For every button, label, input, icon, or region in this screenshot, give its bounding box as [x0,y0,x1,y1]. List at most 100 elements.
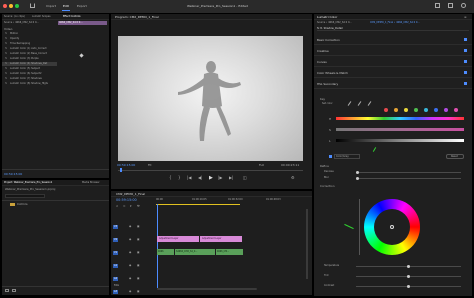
track-header[interactable]: A3 ◉ ▣ [111,288,156,295]
midtone-slider[interactable] [359,199,360,255]
tab-media-browser[interactable]: Media Browser [82,181,100,185]
color-swatch[interactable] [394,108,398,112]
lock-track-icon[interactable]: ▣ [137,238,139,242]
eyedropper-subtract-icon[interactable] [367,101,372,106]
correction-slider-knob[interactable] [407,265,410,268]
eyedropper-add-icon[interactable] [357,101,362,106]
color-swatch[interactable] [384,108,388,112]
lock-track-icon[interactable]: ▣ [137,277,139,281]
color-swatch[interactable] [404,108,408,112]
track-header[interactable]: V1 ◉ ▣ [111,249,156,257]
export-frame-icon[interactable]: ◫ [243,176,247,180]
mark-out-icon[interactable]: } [178,176,181,180]
eyedropper-icon[interactable] [347,101,352,106]
color-wheel[interactable] [364,199,420,255]
lock-track-icon[interactable]: ▣ [137,264,139,268]
timeline-timecode[interactable]: 00:59:15:00 [116,198,137,202]
step-forward-icon[interactable]: |▶ [218,176,222,180]
fit-dropdown[interactable]: Fit [148,163,152,167]
program-timecode[interactable]: 00:59:15:00 [117,163,135,167]
denoise-slider[interactable] [356,172,461,173]
color-gray-dropdown[interactable]: Color/Gray [334,154,360,159]
clip-video-3[interactable]: 4666_CM... [216,249,243,255]
work-area-bar[interactable] [156,204,240,205]
effect-controls-timecode[interactable]: 00:59:15:00 [4,172,22,176]
fx-badge-icon[interactable]: fx [5,42,7,46]
toggle-track-output-icon[interactable]: ◉ [129,251,131,255]
blur-slider-knob[interactable] [356,177,359,180]
fx-badge-icon[interactable]: fx [5,77,7,81]
effect-item[interactable]: fx Lumetri Color (3) Purple [2,57,57,61]
color-swatch[interactable] [454,108,458,112]
color-swatch[interactable] [424,108,428,112]
lumetri-section-header[interactable]: Curves [314,57,472,67]
fx-badge-icon[interactable]: fx [5,37,7,41]
show-mask-checkbox[interactable] [329,155,332,158]
fx-badge-icon[interactable]: fx [5,62,7,66]
hue-range-bar[interactable] [336,117,464,120]
expand-icon[interactable] [448,3,453,8]
fx-badge-icon[interactable]: fx [5,57,7,61]
lumetri-section-header[interactable]: Creative [314,46,472,56]
tab-export[interactable]: Export [77,4,87,8]
correction-slider-knob[interactable] [407,285,410,288]
maximize-window-button[interactable] [15,4,19,8]
toggle-track-output-icon[interactable]: ◉ [129,264,131,268]
wrench-icon[interactable]: ⚒ [137,204,140,208]
go-to-in-icon[interactable]: |◀ [187,176,191,180]
lock-track-icon[interactable]: ▣ [137,225,139,229]
lumetri-section-header[interactable]: Basic Correction [314,35,472,45]
color-swatch[interactable] [444,108,448,112]
effect-item[interactable]: fx Motion [2,32,57,36]
tab-source[interactable]: Source: (no clips) [4,15,25,19]
go-to-out-icon[interactable]: ▶| [229,176,233,180]
program-video-frame[interactable] [118,36,303,161]
effect-item[interactable]: fx Lumetri Color (1) Auto_Correct [2,47,57,51]
fx-badge-icon[interactable]: fx [5,67,7,71]
home-icon[interactable] [30,3,35,8]
close-window-button[interactable] [3,4,7,8]
track-header[interactable]: A2 ◉ ▣ [111,275,156,283]
timeline-ruler[interactable]: 00:00 01:00:16:05 01:00:32:00 01:00:48:0… [156,198,306,207]
fx-badge-icon[interactable]: fx [5,82,7,86]
effect-item[interactable]: fx Lumetri Color (5) Subject [2,67,57,71]
effect-item[interactable]: fx Lumetri Color (4) Shadows_Det [2,62,57,66]
fx-badge-icon[interactable]: fx [5,52,7,56]
project-folder-name[interactable]: Cstmrs [17,202,28,206]
tab-lumetri-scopes[interactable]: Lumetri Scopes [32,15,50,19]
snap-icon[interactable]: ∩ [116,204,118,208]
clip-adjustment-layer-2[interactable]: Adjustment Layer [200,236,242,242]
section-enable-checkbox[interactable] [464,49,467,52]
tab-project[interactable]: Project: Webinar_Premiere_Pro_Session1 [4,181,52,185]
luminance-range-bar[interactable] [336,139,464,142]
tab-import[interactable]: Import [46,4,56,8]
sequence-tab[interactable]: CM2_DEMO_1_Final [116,192,145,196]
effect-item[interactable]: fx Time Remapping [2,42,57,46]
fx-badge-icon[interactable]: fx [5,72,7,76]
lumetri-section-header[interactable]: HSL Secondary [314,79,472,89]
share-icon[interactable] [435,3,440,8]
clip-adjustment-layer-1[interactable]: Adjustment Layer [157,236,199,242]
panel-menu-icon[interactable]: ≡ [464,15,467,19]
clip-video-2[interactable]: S4666_CM2_S4_0... [175,249,215,255]
step-back-icon[interactable]: ◀| [198,176,202,180]
list-view-icon[interactable] [5,289,9,292]
effect-selector-dropdown[interactable]: fx 8. Shadow_Detail [317,27,469,31]
mark-in-icon[interactable]: { [169,176,172,180]
refine-section-label[interactable]: Refine [320,164,329,168]
fx-badge-icon[interactable]: fx [5,32,7,36]
section-enable-checkbox[interactable] [464,38,467,41]
clip-video-1[interactable]: 4666 [157,249,174,255]
tab-effect-controls[interactable]: Effect Controls [63,15,81,19]
timeline-playhead[interactable] [157,204,158,288]
tab-edit[interactable]: Edit [63,4,69,8]
effect-item[interactable]: fx Opacity [2,37,57,41]
icon-view-icon[interactable] [12,289,16,292]
lock-track-icon[interactable]: ▣ [137,290,139,294]
play-icon[interactable]: ▶ [209,176,213,181]
track-header[interactable]: V3 ◉ ▣ [111,223,156,231]
fx-badge-icon[interactable]: fx [5,47,7,51]
effect-item[interactable]: fx Lumetri Color (8) Shadow_Hlgts [2,82,57,86]
blur-slider[interactable] [356,178,461,179]
toggle-track-output-icon[interactable]: ◉ [129,225,131,229]
